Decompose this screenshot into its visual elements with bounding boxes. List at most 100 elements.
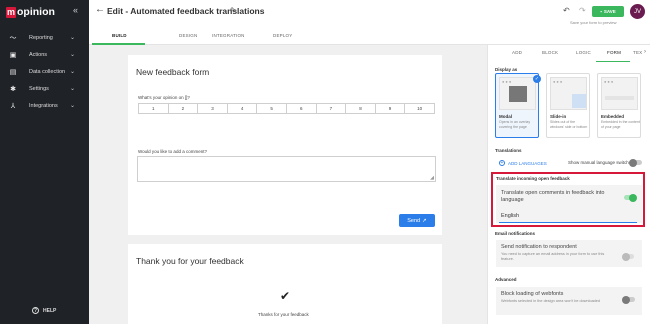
sidebar-item-label: Data collection [29,68,66,75]
floppy-icon: ▪ [600,9,602,14]
slide-in-preview: ●●● [550,77,587,110]
toggle-knob [622,252,630,261]
send-icon: ➚ [422,217,427,224]
sidebar-nav: 〜 Reporting ⌄ ▣ Actions ⌄ ▤ Data collect… [0,29,89,114]
display-option-title: Slide-in [550,114,567,119]
save-button[interactable]: ▪ SAVE [592,6,624,17]
save-hint: Save your form to preview [570,20,617,25]
resize-handle-icon[interactable]: ◢ [430,175,434,181]
scale-option[interactable]: 2 [169,104,199,113]
sidebar-item-reporting[interactable]: 〜 Reporting ⌄ [0,29,89,46]
data-collection-icon: ▤ [9,68,17,76]
sidebar-item-settings[interactable]: ✱ Settings ⌄ [0,80,89,97]
translate-toggle[interactable] [624,193,637,202]
sidebar-item-label: Reporting [29,34,53,41]
sidebar-item-data-collection[interactable]: ▤ Data collection ⌄ [0,63,89,80]
collapse-sidebar-icon[interactable]: « [73,5,78,15]
modal-preview-box [509,86,527,102]
block-webfonts-title: Block loading of webfonts [501,291,564,297]
email-section-title: Email notifications [495,231,536,236]
scale-option[interactable]: 4 [228,104,258,113]
selected-check-icon: ✓ [533,75,541,83]
logo-text: opinion [17,6,55,18]
sidebar-item-label: Actions [29,51,48,58]
send-label: Send [407,217,421,224]
block-webfonts-toggle[interactable] [622,295,635,304]
gear-icon: ✱ [10,85,16,93]
avatar[interactable]: JV [630,4,645,19]
thank-you-text: Thanks for your feedback [258,312,309,317]
panel-tab-form[interactable]: FORM [607,50,621,55]
tab-build[interactable]: BUILD [112,33,127,38]
window-dots-icon: ●●● [502,79,513,84]
thank-you-card: Thank you for your feedback ✔ Thanks for… [128,244,442,324]
translate-setting-text: Translate open comments in feedback into… [501,190,605,203]
scale-option[interactable]: 8 [346,104,376,113]
thank-you-title: Thank you for your feedback [136,256,244,266]
rating-scale: 1 2 3 4 5 6 7 8 9 10 [138,103,435,114]
display-option-slide-in[interactable]: ●●● Slide-in Slides out of the windows' … [546,73,590,138]
panel-tab-block[interactable]: BLOCK [542,50,558,55]
undo-icon[interactable]: ↶ [563,6,570,15]
help-button[interactable]: ? HELP [32,307,56,314]
display-option-embedded[interactable]: ●●● Embedded Embedded in the content of … [597,73,641,138]
help-icon: ? [32,307,39,314]
page-title: Edit - Automated feedback translations [107,6,265,16]
window-dots-icon: ●●● [604,79,615,84]
add-languages-button[interactable]: + ADD LANGUAGES [499,160,547,166]
add-languages-label: ADD LANGUAGES [508,160,547,166]
panel-tab-text[interactable]: TEX [633,50,642,55]
scale-option[interactable]: 1 [139,104,169,113]
display-option-modal[interactable]: ●●● Modal Opens in an overlay covering t… [495,73,539,138]
tab-design[interactable]: DESIGN [179,33,197,38]
toggle-knob [622,295,630,304]
scale-option[interactable]: 7 [317,104,347,113]
back-arrow-icon[interactable]: ← [95,4,105,15]
editor-tabs: BUILD DESIGN INTEGRATION DEPLOY [89,29,650,45]
display-option-desc: Slides out of the windows' side or botto… [550,120,588,129]
tab-integration[interactable]: INTEGRATION [212,33,245,38]
display-option-desc: Embedded in the content of your page [601,120,640,129]
plus-icon: + [499,160,505,166]
sidebar-item-label: Settings [29,85,49,92]
slide-in-preview-box [572,94,586,108]
logo-mark: m [6,6,16,18]
display-as-title: Display as [495,67,518,72]
redo-icon[interactable]: ↷ [579,6,586,15]
scale-option[interactable]: 5 [257,104,287,113]
logo[interactable]: m opinion [6,6,55,18]
scale-option[interactable]: 10 [405,104,434,113]
checkmark-icon: ✔ [280,289,291,303]
modal-preview: ●●● [499,77,536,110]
help-label: HELP [43,307,57,314]
sidebar-item-integrations[interactable]: ⅄ Integrations ⌄ [0,97,89,114]
embedded-preview: ●●● [601,77,638,110]
form-card: New feedback form What's your opinion on… [128,55,442,235]
integrations-icon: ⅄ [10,102,16,110]
embedded-preview-bar [605,96,634,100]
manual-language-toggle[interactable] [629,158,642,167]
scale-option[interactable]: 3 [198,104,228,113]
pencil-icon[interactable]: ✎ [230,6,237,15]
scale-option[interactable]: 6 [287,104,317,113]
toggle-knob [629,193,637,202]
panel-tab-logic[interactable]: LOGIC [576,50,591,55]
scale-option[interactable]: 9 [376,104,406,113]
chevron-right-icon[interactable]: › [644,49,646,55]
language-select[interactable]: English [501,213,519,219]
display-option-title: Embedded [601,114,625,119]
toggle-knob [629,158,637,167]
panel-tab-add[interactable]: ADD [512,50,522,55]
comment-textarea[interactable]: ◢ [137,156,436,182]
sidebar-item-label: Integrations [29,102,58,109]
advanced-section-title: Advanced [495,277,517,282]
language-select-underline [499,222,637,223]
email-toggle[interactable] [622,252,634,261]
block-webfonts-box: Block loading of webfonts Webfonts selec… [496,287,642,315]
panel-active-tab-indicator [596,61,630,62]
chevron-down-icon: ⌄ [69,52,75,58]
chevron-down-icon: ⌄ [69,103,75,109]
sidebar-item-actions[interactable]: ▣ Actions ⌄ [0,46,89,63]
tab-deploy[interactable]: DEPLOY [273,33,292,38]
send-button[interactable]: Send ➚ [399,214,435,227]
